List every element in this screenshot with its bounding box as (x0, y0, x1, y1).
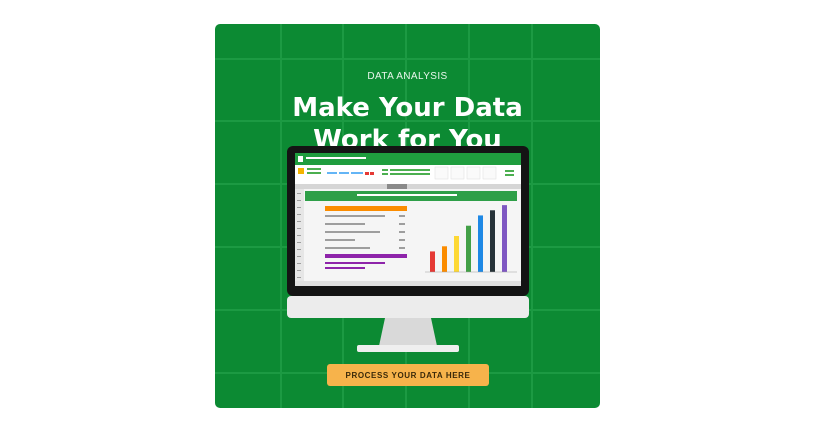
chart-bar-3 (454, 236, 459, 272)
chart-bar-1 (430, 251, 435, 272)
monitor-illustration (287, 146, 529, 352)
chart-bar-2 (442, 246, 447, 272)
promo-card: DATA ANALYSIS Make Your Data Work for Yo… (215, 24, 600, 408)
eyebrow-label: DATA ANALYSIS (367, 71, 448, 82)
chart-bar-6 (490, 210, 495, 272)
headline-line-1: Make Your Data (292, 93, 523, 123)
chart-bar-7 (502, 205, 507, 272)
chart-bar-5 (478, 215, 483, 272)
chart-bar-4 (466, 225, 471, 272)
process-data-button[interactable]: PROCESS YOUR DATA HERE (327, 364, 489, 386)
